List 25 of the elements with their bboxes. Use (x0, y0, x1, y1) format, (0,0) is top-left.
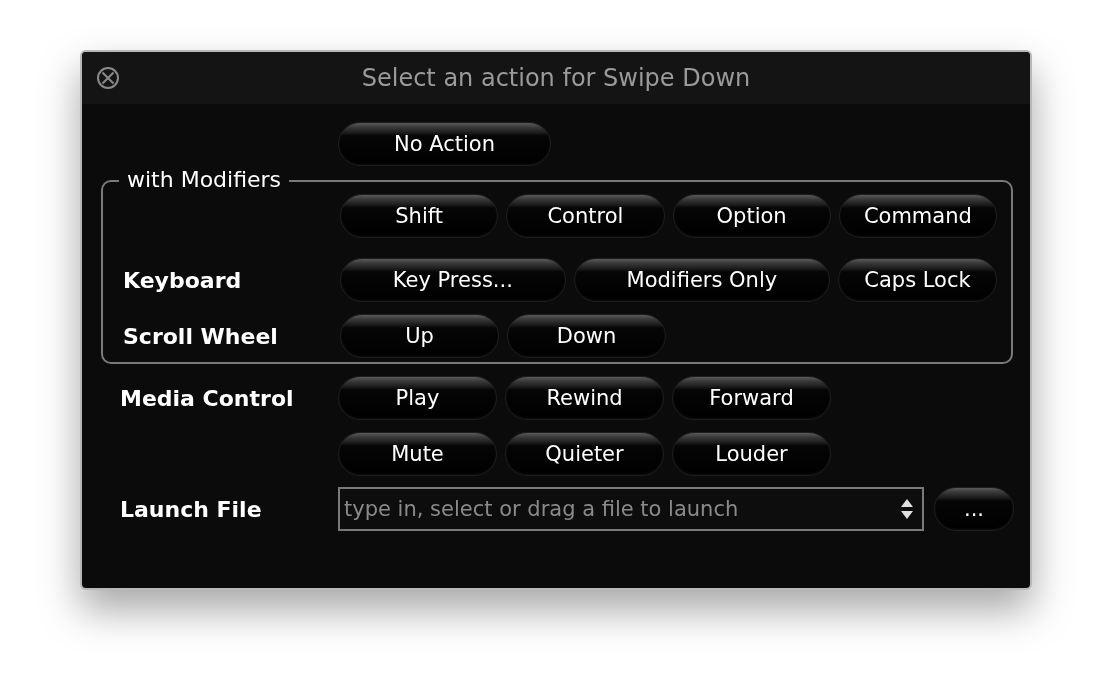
action-button[interactable]: Play (338, 376, 497, 420)
up-down-arrows-icon[interactable] (900, 498, 914, 520)
browse-button[interactable]: ... (934, 487, 1014, 531)
action-button[interactable]: Quieter (505, 432, 664, 476)
action-button[interactable]: Modifiers Only (573, 258, 830, 302)
action-button[interactable]: Down (507, 314, 666, 358)
action-button[interactable]: Option (672, 194, 831, 238)
action-button[interactable]: Shift (340, 194, 499, 238)
action-button[interactable]: Key Press... (340, 258, 566, 302)
action-button[interactable]: Control (506, 194, 665, 238)
close-icon[interactable] (96, 66, 120, 90)
action-button[interactable]: No Action (338, 122, 551, 166)
file-combo-field[interactable]: type in, select or drag a file to launch (338, 487, 924, 531)
row-label: Keyboard (123, 267, 242, 293)
action-button[interactable]: Caps Lock (838, 258, 997, 302)
row-label: Scroll Wheel (123, 323, 278, 349)
action-button[interactable]: Forward (672, 376, 831, 420)
window-title: Select an action for Swipe Down (361, 64, 751, 92)
action-button[interactable]: Up (340, 314, 499, 358)
action-button[interactable]: Command (838, 194, 997, 238)
action-button[interactable]: Louder (672, 432, 831, 476)
row-label: Launch File (120, 496, 262, 522)
action-button[interactable]: Rewind (505, 376, 664, 420)
action-button[interactable]: Mute (338, 432, 497, 476)
row-label: Media Control (120, 385, 294, 411)
